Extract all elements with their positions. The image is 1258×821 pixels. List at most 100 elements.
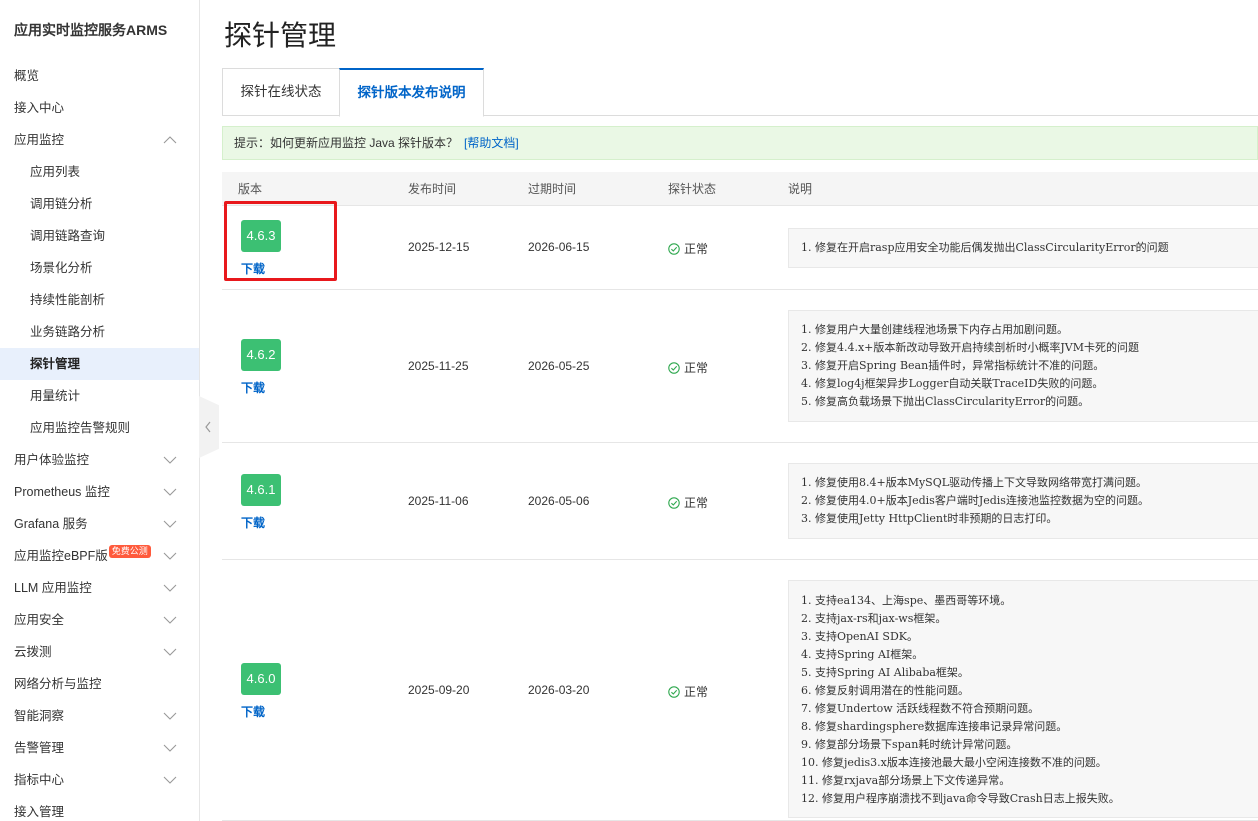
sidebar-item[interactable]: 应用安全 [0,604,199,636]
sidebar-item-label: 调用链分析 [30,197,93,211]
sidebar-item[interactable]: 应用监控 [0,124,199,156]
sidebar-item[interactable]: 场景化分析 [0,252,199,284]
release-note-item: 10. 修复jedis3.x版本连接池最大最小空闲连接数不准的问题。 [801,756,1107,769]
probe-status: 正常 [668,359,708,376]
tip-banner: 提示：如何更新应用监控 Java 探针版本？ [帮助文档] [222,126,1258,160]
sidebar-item[interactable]: 指标中心 [0,764,199,796]
sidebar-item[interactable]: 应用监控eBPF版 免费公测 [0,540,199,572]
tab-probe-release-notes[interactable]: 探针版本发布说明 [339,68,484,117]
chevron-down-icon [163,604,177,636]
download-link[interactable]: 下载 [241,703,265,720]
sidebar-item[interactable]: 持续性能剖析 [0,284,199,316]
sidebar-item[interactable]: 探针管理 [0,348,199,380]
sidebar-item-label: 云拨测 [14,645,52,659]
page-title: 探针管理 [224,20,337,51]
release-note-item: 5. 修复高负载场景下抛出ClassCircularityError的问题。 [801,395,1090,408]
release-date: 2025-12-15 [408,240,470,254]
download-link[interactable]: 下载 [241,379,265,396]
download-link[interactable]: 下载 [241,514,265,531]
table-header: 版本 发布时间 过期时间 探针状态 说明 [222,172,1258,206]
col-version: 版本 [238,182,263,196]
sidebar-item[interactable]: 告警管理 [0,732,199,764]
sidebar-item[interactable]: 概览 [0,60,199,92]
sidebar-item[interactable]: LLM 应用监控 [0,572,199,604]
sidebar-item-label: 用量统计 [30,389,81,403]
release-notes: 1. 修复在开启rasp应用安全功能后偶发抛出ClassCircularityE… [788,228,1258,268]
sidebar-item[interactable]: 接入中心 [0,92,199,124]
chevron-down-icon [163,444,177,476]
probe-status: 正常 [668,683,708,700]
sidebar-item-label: 应用安全 [14,613,65,627]
chevron-down-icon [163,540,177,572]
release-notes: 1. 支持ea134、上海spe、墨西哥等环境。 2. 支持jax-rs和jax-… [788,580,1258,818]
release-date: 2025-09-20 [408,682,470,697]
col-expire-time: 过期时间 [528,182,577,196]
sidebar-title: 应用实时监控服务ARMS [14,22,168,38]
chevron-down-icon [163,572,177,604]
table-row: 4.6.0 下载 2025-09-20 2026-03-20 正常 1. 支持ea134、… [222,560,1258,821]
sidebar-item-label: 场景化分析 [30,261,93,275]
expire-date: 2026-05-06 [528,493,590,508]
version-badge: 4.6.0 [241,662,281,695]
release-date: 2025-11-25 [408,358,469,373]
main-content: 探针管理 探针在线状态 探针版本发布说明 提示：如何更新应用监控 Java 探针… [222,0,1258,821]
release-note-item: 9. 修复部分场景下span耗时统计异常问题。 [801,738,1018,751]
probe-status: 正常 [668,494,708,511]
sidebar-collapse-handle[interactable] [199,396,219,458]
release-note-item: 3. 修复开启Spring Bean插件时，异常指标统计不准的问题。 [801,359,1105,372]
sidebar-item-label: Grafana 服务 [14,517,88,531]
sidebar-item[interactable]: 云拨测 [0,636,199,668]
sidebar: 应用实时监控服务ARMS 概览接入中心应用监控应用列表调用链分析调用链路查询场景… [0,0,200,821]
sidebar-item[interactable]: Grafana 服务 [0,508,199,540]
sidebar-item-label: 持续性能剖析 [30,293,106,307]
sidebar-item[interactable]: 用户体验监控 [0,444,199,476]
sidebar-item-label: 接入管理 [14,805,65,819]
download-link[interactable]: 下载 [241,260,265,277]
col-notes: 说明 [788,182,813,196]
tab-bar: 探针在线状态 探针版本发布说明 [222,68,1258,117]
sidebar-item-label: 探针管理 [30,357,81,371]
sidebar-item-label: 应用列表 [30,165,81,179]
probe-status-text: 正常 [684,242,709,256]
release-note-item: 3. 修复使用Jetty HttpClient时非预期的日志打印。 [801,512,1058,525]
sidebar-item-label: 业务链路分析 [30,325,106,339]
tab-probe-online-status[interactable]: 探针在线状态 [222,68,340,116]
expire-date: 2026-05-25 [528,358,590,373]
expire-date: 2026-06-15 [528,240,590,254]
probe-status-text: 正常 [684,360,709,375]
version-badge: 4.6.1 [241,473,281,506]
chevron-down-icon [163,700,177,732]
sidebar-item[interactable]: 调用链分析 [0,188,199,220]
expire-date: 2026-03-20 [528,682,590,697]
chevron-down-icon [163,508,177,540]
sidebar-item-label: 用户体验监控 [14,453,90,467]
chevron-down-icon [163,732,177,764]
table-row: 4.6.2 下载 2025-11-25 2026-05-25 正常 1. 修复用户大量创建… [222,290,1258,443]
sidebar-item[interactable]: Prometheus 监控 [0,476,199,508]
help-doc-link[interactable]: [帮助文档] [464,136,519,150]
chevron-down-icon [163,764,177,796]
chevron-up-icon [163,124,177,156]
sidebar-item[interactable]: 接入管理 [0,796,199,821]
release-note-item: 1. 支持ea134、上海spe、墨西哥等环境。 [801,594,1012,607]
free-beta-badge: 免费公测 [108,545,151,558]
sidebar-item-label: 应用监控 [14,133,65,147]
probe-status-text: 正常 [684,495,709,510]
sidebar-item[interactable]: 调用链路查询 [0,220,199,252]
release-date: 2025-11-06 [408,493,469,508]
sidebar-item[interactable]: 应用监控告警规则 [0,412,199,444]
sidebar-item-label: 告警管理 [14,741,65,755]
sidebar-item[interactable]: 用量统计 [0,380,199,412]
chevron-down-icon [163,636,177,668]
chevron-down-icon [163,476,177,508]
sidebar-item[interactable]: 网络分析与监控 [0,668,199,700]
sidebar-item-label: Prometheus 监控 [14,485,110,499]
chevron-left-icon [205,421,211,433]
sidebar-item-label: 概览 [14,69,40,83]
sidebar-item[interactable]: 业务链路分析 [0,316,199,348]
release-note-item: 4. 支持Spring AI框架。 [801,648,924,661]
sidebar-item[interactable]: 智能洞察 [0,700,199,732]
sidebar-item[interactable]: 应用列表 [0,156,199,188]
sidebar-item-label: 智能洞察 [14,709,65,723]
release-note-item: 12. 修复用户程序崩溃找不到java命令导致Crash日志上报失败。 [801,792,1120,805]
